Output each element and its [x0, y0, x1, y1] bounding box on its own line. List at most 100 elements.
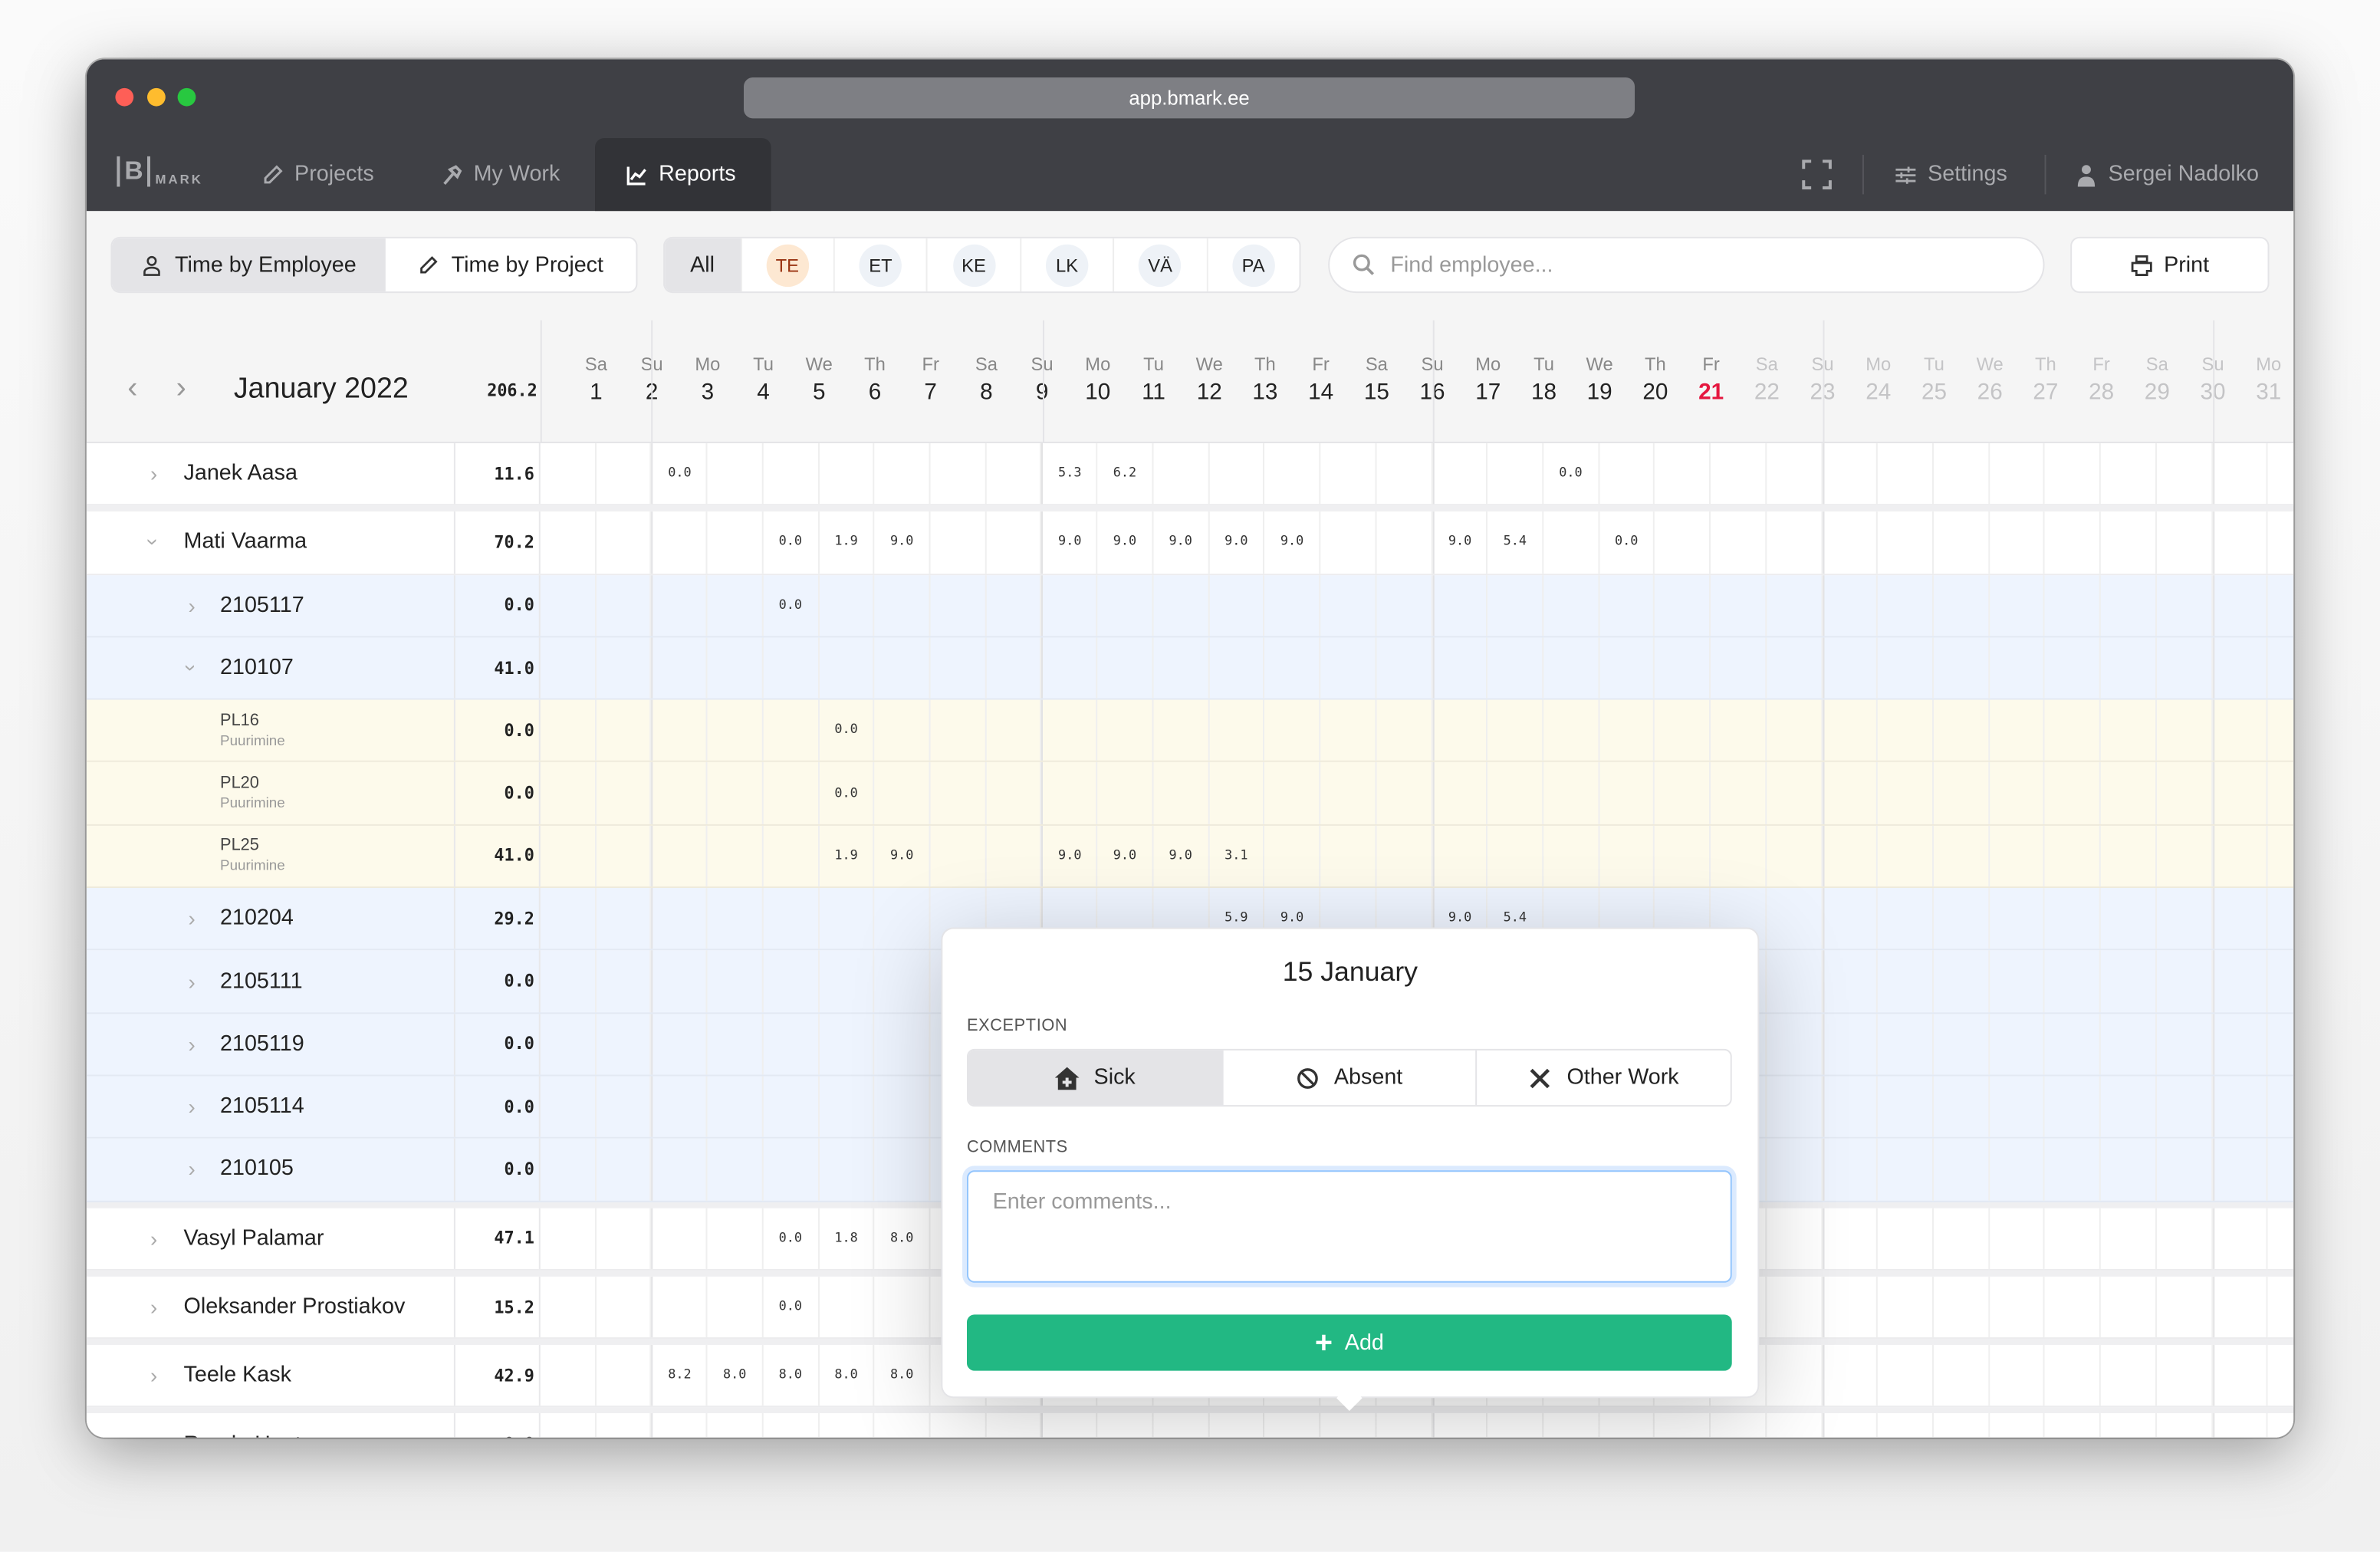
day-cell[interactable] — [763, 1076, 820, 1138]
day-cell[interactable] — [1320, 762, 1377, 824]
day-cell[interactable] — [1822, 762, 1879, 824]
day-cell[interactable] — [986, 637, 1042, 699]
day-cell[interactable] — [1767, 637, 1823, 699]
day-cell[interactable] — [1990, 574, 2046, 636]
day-cell[interactable] — [1878, 1076, 1934, 1138]
day-cell[interactable] — [2212, 443, 2269, 505]
day-cell[interactable] — [875, 1276, 931, 1338]
add-button[interactable]: + Add — [967, 1314, 1732, 1371]
day-cell[interactable] — [2157, 950, 2213, 1012]
day-cell[interactable] — [2212, 762, 2269, 824]
day-cell[interactable] — [2101, 574, 2157, 636]
day-cell[interactable] — [1767, 511, 1823, 574]
day-cell[interactable] — [596, 699, 653, 761]
day-cell[interactable] — [596, 888, 653, 949]
day-cell[interactable] — [1320, 574, 1377, 636]
day-cell[interactable]: 0.0 — [763, 1276, 820, 1338]
day-cell[interactable] — [1041, 637, 1098, 699]
day-cell[interactable] — [986, 574, 1042, 636]
settings-button[interactable]: Settings — [1895, 138, 2007, 211]
day-cell[interactable] — [708, 699, 764, 761]
day-cell[interactable] — [652, 574, 708, 636]
day-cell[interactable] — [1488, 637, 1544, 699]
day-cell[interactable]: 5.3 — [1041, 443, 1098, 505]
day-cell[interactable] — [1376, 1413, 1432, 1438]
day-cell[interactable] — [1432, 637, 1488, 699]
day-cell[interactable] — [875, 1139, 931, 1200]
day-cell[interactable] — [1822, 1345, 1879, 1407]
day-cell[interactable] — [2212, 950, 2269, 1012]
day-cell[interactable] — [875, 637, 931, 699]
day-cell[interactable] — [1878, 1276, 1934, 1338]
day-cell[interactable] — [875, 950, 931, 1012]
day-cell[interactable]: 1.9 — [819, 825, 875, 887]
day-cell[interactable] — [1098, 574, 1154, 636]
day-cell[interactable] — [763, 1013, 820, 1075]
day-cell[interactable] — [596, 1013, 653, 1075]
task-row[interactable]: PL25 Puurimine 41.0 1.9 9.0 9.0 9.0 9.0 3.1 — [86, 825, 2294, 889]
day-cell[interactable] — [1822, 888, 1879, 949]
day-cell[interactable] — [1934, 762, 1990, 824]
day-cell[interactable] — [875, 699, 931, 761]
day-cell[interactable] — [2157, 1413, 2213, 1438]
day-cell[interactable] — [541, 699, 597, 761]
day-cell[interactable] — [2101, 1345, 2157, 1407]
day-cell[interactable] — [1878, 1207, 1934, 1269]
day-cell[interactable] — [2101, 1013, 2157, 1075]
day-cell[interactable] — [1599, 443, 1655, 505]
day-cell[interactable] — [1488, 825, 1544, 887]
day-cell[interactable] — [1432, 699, 1488, 761]
day-cell[interactable] — [2212, 1345, 2269, 1407]
day-cell[interactable] — [2157, 1013, 2213, 1075]
day-cell[interactable] — [1711, 699, 1767, 761]
day-cell[interactable] — [1767, 1345, 1823, 1407]
day-cell[interactable]: 9.0 — [1153, 825, 1209, 887]
day-cell[interactable] — [2212, 1013, 2269, 1075]
chevron-right-icon[interactable]: › — [188, 906, 195, 931]
day-cell[interactable] — [1098, 762, 1154, 824]
day-cell[interactable] — [1376, 699, 1432, 761]
day-cell[interactable] — [2157, 699, 2213, 761]
day-cell[interactable] — [1376, 637, 1432, 699]
day-cell[interactable] — [1041, 574, 1098, 636]
day-cell[interactable]: 9.0 — [1098, 825, 1154, 887]
day-cell[interactable] — [1488, 1413, 1544, 1438]
day-cell[interactable]: 9.0 — [1432, 511, 1488, 574]
day-cell[interactable] — [1488, 443, 1544, 505]
day-cell[interactable] — [541, 888, 597, 949]
day-cell[interactable] — [1767, 762, 1823, 824]
day-cell[interactable] — [708, 511, 764, 574]
day-cell[interactable] — [1990, 1139, 2046, 1200]
day-cell[interactable] — [931, 699, 987, 761]
option-sick[interactable]: Sick — [968, 1050, 1223, 1106]
day-cell[interactable] — [1878, 950, 1934, 1012]
day-cell[interactable]: 8.0 — [763, 1345, 820, 1407]
day-cell[interactable] — [1265, 699, 1321, 761]
chevron-right-icon[interactable]: › — [188, 1157, 195, 1182]
day-cell[interactable] — [2212, 1139, 2269, 1200]
day-cell[interactable] — [875, 1076, 931, 1138]
day-cell[interactable] — [1432, 825, 1488, 887]
day-cell[interactable] — [1934, 574, 1990, 636]
day-cell[interactable] — [819, 1139, 875, 1200]
day-cell[interactable]: 9.0 — [875, 511, 931, 574]
day-cell[interactable] — [652, 888, 708, 949]
day-cell[interactable] — [1822, 699, 1879, 761]
day-cell[interactable]: 3.1 — [1209, 825, 1265, 887]
day-cell[interactable] — [1878, 825, 1934, 887]
day-cell[interactable] — [1320, 511, 1377, 574]
day-cell[interactable] — [1990, 825, 2046, 887]
day-cell[interactable] — [2212, 1076, 2269, 1138]
day-cell[interactable] — [652, 825, 708, 887]
day-cell[interactable] — [1767, 1139, 1823, 1200]
day-cell[interactable] — [819, 637, 875, 699]
day-cell[interactable] — [1878, 1139, 1934, 1200]
day-cell[interactable]: 0.0 — [1543, 443, 1599, 505]
day-cell[interactable] — [1265, 825, 1321, 887]
option-other-work[interactable]: Other Work — [1478, 1051, 1731, 1105]
day-cell[interactable] — [2045, 1276, 2102, 1338]
day-cell[interactable] — [1655, 825, 1711, 887]
day-cell[interactable] — [1934, 1207, 1990, 1269]
day-cell[interactable] — [1543, 1413, 1599, 1438]
day-cell[interactable] — [708, 1207, 764, 1269]
